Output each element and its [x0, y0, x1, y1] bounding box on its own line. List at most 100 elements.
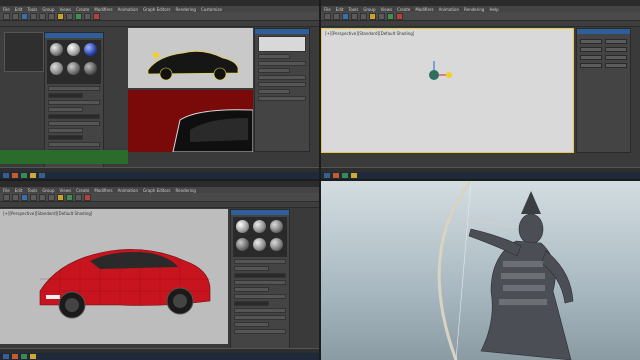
viewport-label[interactable]: [+][Perspective][Standard][Default Shadi… — [3, 211, 92, 216]
param-row[interactable] — [234, 280, 286, 285]
sphere-slot-icon[interactable] — [236, 238, 249, 251]
material-tool[interactable] — [84, 12, 91, 20]
mirror-tool[interactable] — [378, 12, 385, 20]
render-frame-window[interactable] — [128, 90, 254, 153]
menu-file[interactable]: File — [324, 7, 331, 12]
menu-edit[interactable]: Edit — [15, 188, 23, 193]
param-row[interactable] — [234, 294, 286, 299]
mirror-tool[interactable] — [66, 12, 73, 20]
menu-modifiers[interactable]: Modifiers — [415, 7, 433, 12]
sphere-slot-icon[interactable] — [236, 220, 249, 233]
sphere-slot-icon[interactable] — [84, 43, 97, 56]
sphere-slot-icon[interactable] — [84, 62, 97, 75]
menu-modifiers[interactable]: Modifiers — [94, 188, 112, 193]
layer-tool[interactable] — [387, 12, 394, 20]
menu-rendering[interactable]: Rendering — [176, 7, 196, 12]
move-tool[interactable] — [351, 12, 358, 20]
sphere-slot-icon[interactable] — [50, 62, 63, 75]
layer-tool[interactable] — [66, 193, 73, 201]
param-row[interactable] — [48, 86, 100, 91]
windows-start-icon[interactable] — [3, 173, 9, 178]
windows-start-icon[interactable] — [3, 354, 9, 359]
timeline-track[interactable] — [0, 150, 128, 164]
sphere-slot-icon[interactable] — [67, 62, 80, 75]
param-row[interactable] — [48, 100, 100, 105]
render-tool[interactable] — [93, 12, 100, 20]
create-button[interactable] — [605, 63, 627, 68]
redo-tool[interactable] — [12, 193, 19, 201]
scale-tool[interactable] — [48, 193, 55, 201]
menu-views[interactable]: Views — [60, 188, 72, 193]
rotate-tool[interactable] — [39, 12, 46, 20]
param-row[interactable] — [258, 75, 306, 80]
app-icon[interactable] — [30, 173, 36, 178]
app-icon[interactable] — [39, 173, 45, 178]
menu-graph-editors[interactable]: Graph Editors — [143, 7, 170, 12]
param-row[interactable] — [234, 287, 269, 292]
menu-rendering[interactable]: Rendering — [464, 7, 484, 12]
param-row[interactable] — [48, 121, 100, 126]
param-row[interactable] — [258, 68, 291, 73]
list-box[interactable] — [258, 36, 306, 52]
select-tool[interactable] — [342, 12, 349, 20]
app-icon[interactable] — [351, 173, 357, 178]
param-row[interactable] — [258, 96, 306, 101]
sphere-slot-icon[interactable] — [253, 220, 266, 233]
snap-tool[interactable] — [57, 193, 64, 201]
menu-group[interactable]: Group — [363, 7, 375, 12]
menu-tools[interactable]: Tools — [27, 188, 37, 193]
create-button[interactable] — [580, 47, 602, 52]
param-row[interactable] — [234, 273, 286, 278]
param-row[interactable] — [48, 93, 83, 98]
param-row[interactable] — [258, 82, 306, 87]
render-tool[interactable] — [396, 12, 403, 20]
create-button[interactable] — [605, 47, 627, 52]
app-icon[interactable] — [333, 173, 339, 178]
rotate-tool[interactable] — [360, 12, 367, 20]
layer-tool[interactable] — [75, 12, 82, 20]
sphere-slot-icon[interactable] — [270, 220, 283, 233]
param-row[interactable] — [234, 259, 286, 264]
windows-start-icon[interactable] — [324, 173, 330, 178]
sample-slots[interactable] — [233, 217, 287, 257]
param-row[interactable] — [234, 322, 269, 327]
snap-tool[interactable] — [369, 12, 376, 20]
material-tool[interactable] — [75, 193, 82, 201]
sphere-slot-icon[interactable] — [50, 43, 63, 56]
param-row[interactable] — [48, 107, 83, 112]
param-row[interactable] — [234, 301, 269, 306]
select-tool[interactable] — [21, 12, 28, 20]
viewport-perspective[interactable]: [+][Perspective][Standard][Default Shadi… — [321, 28, 574, 153]
menu-graph-editors[interactable]: Graph Editors — [143, 188, 170, 193]
create-button[interactable] — [580, 63, 602, 68]
viewport-label[interactable]: [+][Perspective][Standard][Default Shadi… — [325, 31, 414, 36]
menu-file[interactable]: File — [3, 7, 10, 12]
menu-tools[interactable]: Tools — [27, 7, 37, 12]
undo-tool[interactable] — [324, 12, 331, 20]
undo-tool[interactable] — [3, 12, 10, 20]
scale-tool[interactable] — [48, 12, 55, 20]
menu-create[interactable]: Create — [397, 7, 410, 12]
menu-group[interactable]: Group — [42, 7, 54, 12]
command-panel[interactable] — [254, 28, 310, 152]
viewport-perspective[interactable] — [128, 28, 253, 88]
menu-animation[interactable]: Animation — [118, 7, 138, 12]
create-button[interactable] — [580, 55, 602, 60]
menu-create[interactable]: Create — [76, 7, 89, 12]
sphere-slot-icon[interactable] — [253, 238, 266, 251]
param-row[interactable] — [234, 315, 286, 320]
app-icon[interactable] — [12, 173, 18, 178]
redo-tool[interactable] — [12, 12, 19, 20]
menu-views[interactable]: Views — [60, 7, 72, 12]
app-icon[interactable] — [12, 354, 18, 359]
param-row[interactable] — [234, 308, 286, 313]
app-icon[interactable] — [21, 173, 27, 178]
move-tool[interactable] — [30, 12, 37, 20]
move-tool[interactable] — [30, 193, 37, 201]
param-row[interactable] — [48, 114, 100, 119]
menu-animation[interactable]: Animation — [439, 7, 459, 12]
redo-tool[interactable] — [333, 12, 340, 20]
rotate-tool[interactable] — [39, 193, 46, 201]
sphere-slot-icon[interactable] — [270, 238, 283, 251]
undo-tool[interactable] — [3, 193, 10, 201]
